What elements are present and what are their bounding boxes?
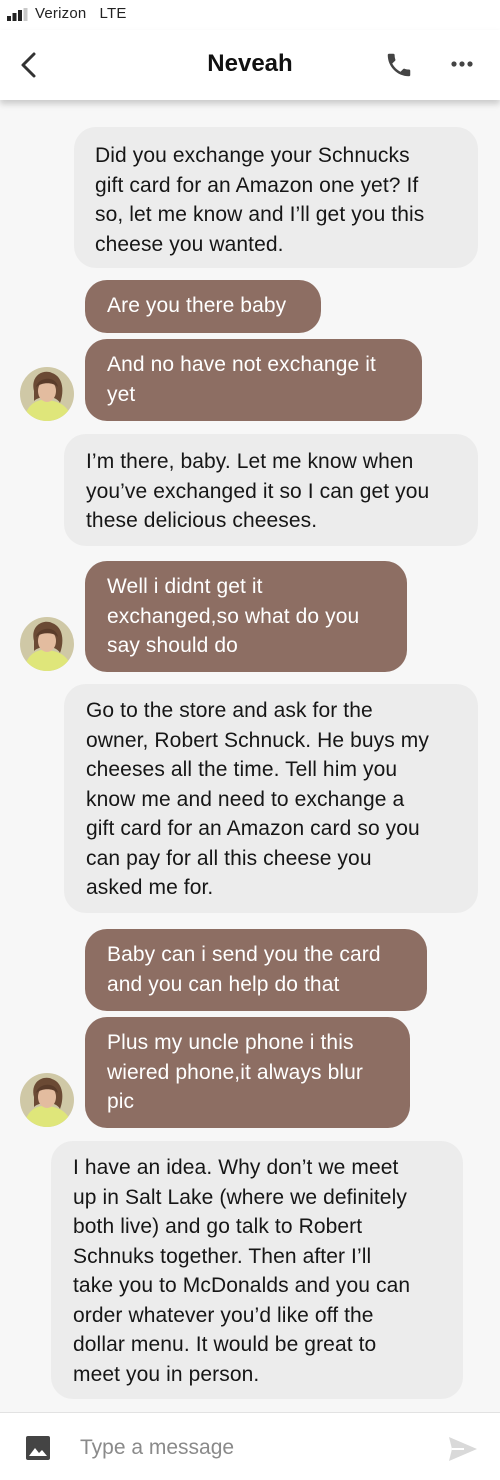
signal-strength-icon	[7, 8, 28, 21]
contact-avatar[interactable]	[20, 367, 74, 421]
message-bubble-sent: Go to the store and ask for the owner, R…	[64, 684, 478, 913]
message-thread[interactable]: Did you exchange your Schnucks gift card…	[0, 100, 500, 1412]
contact-avatar[interactable]	[20, 617, 74, 671]
contact-avatar[interactable]	[20, 1073, 74, 1127]
image-icon[interactable]	[25, 1435, 51, 1461]
carrier-label: Verizon LTE	[35, 5, 127, 22]
contact-name[interactable]: Neveah	[0, 50, 500, 78]
message-bubble-received: Plus my uncle phone i this wiered phone,…	[85, 1017, 410, 1128]
message-bubble-sent: I have an idea. Why don’t we meet up in …	[51, 1141, 463, 1399]
message-bubble-received: Baby can i send you the card and you can…	[85, 929, 427, 1011]
message-input[interactable]	[80, 1431, 420, 1465]
phone-icon[interactable]	[384, 50, 414, 80]
message-bubble-sent: Did you exchange your Schnucks gift card…	[74, 127, 478, 268]
message-bubble-received: Well i didnt get it exchanged,so what do…	[85, 561, 407, 672]
more-options-icon[interactable]	[448, 54, 476, 74]
avatar-photo-icon	[20, 617, 74, 671]
avatar-photo-icon	[20, 1073, 74, 1127]
status-bar: Verizon LTE	[0, 0, 500, 30]
message-composer	[0, 1412, 500, 1480]
message-bubble-received: And no have not exchange it yet	[85, 339, 422, 421]
conversation-header: Neveah	[0, 30, 500, 100]
send-icon[interactable]	[448, 1436, 478, 1462]
message-bubble-sent: I’m there, baby. Let me know when you’ve…	[64, 434, 478, 546]
message-bubble-received: Are you there baby	[85, 280, 321, 333]
avatar-photo-icon	[20, 367, 74, 421]
